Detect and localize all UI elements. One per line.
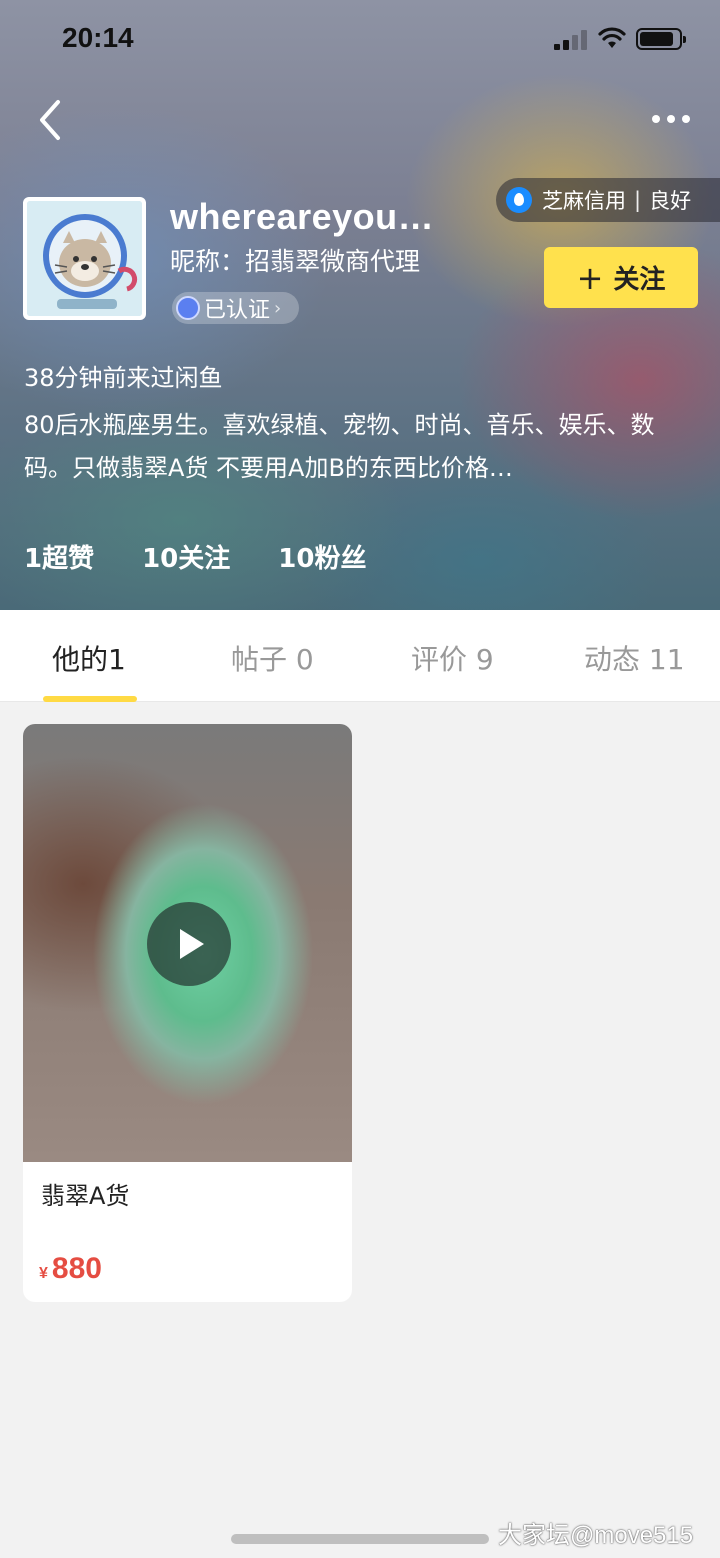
nickname: 昵称：招翡翠微商代理 — [170, 247, 421, 276]
credit-separator: | — [634, 188, 642, 212]
tab-items[interactable]: 他的1 — [52, 638, 126, 678]
username: whereareyou… — [170, 196, 435, 237]
status-time: 20:14 — [62, 22, 134, 53]
profile-tabs: 他的1 帖子 0 评价 9 动态 11 — [0, 610, 720, 702]
credit-rating: 良好 — [649, 189, 692, 213]
price-value: 880 — [51, 1252, 102, 1285]
more-options-button[interactable] — [646, 104, 696, 134]
stat-following[interactable]: 10关注 — [142, 538, 230, 575]
product-image[interactable] — [23, 724, 352, 1162]
follow-label: 关注 — [613, 265, 666, 295]
verified-label: 已认证 — [204, 298, 271, 323]
stat-followers[interactable]: 10粉丝 — [278, 538, 366, 575]
tab-reviews[interactable]: 评价 9 — [411, 638, 494, 678]
bio-text: 80后水瓶座男生。喜欢绿植、宠物、时尚、音乐、娱乐、数码。只做翡翠A货 不要用A… — [24, 411, 655, 482]
verified-badge[interactable]: 已认证 › — [172, 292, 299, 324]
credit-name: 芝麻信用 — [542, 189, 626, 213]
stat-likes[interactable]: 1超赞 — [24, 538, 94, 575]
product-card[interactable]: 翡翠A货 ¥880 — [23, 724, 352, 1302]
battery-icon — [636, 28, 686, 50]
plus-icon: + — [576, 258, 604, 297]
active-tab-indicator — [43, 696, 137, 702]
avatar-image — [27, 201, 142, 316]
avatar[interactable] — [23, 197, 146, 320]
tab-activity[interactable]: 动态 11 — [584, 638, 685, 678]
status-bar: 20:14 — [0, 0, 720, 80]
chevron-right-icon: › — [274, 297, 282, 319]
sesame-credit-badge[interactable]: 芝麻信用 | 良好 — [496, 178, 720, 222]
home-indicator[interactable] — [231, 1534, 489, 1544]
verified-icon — [176, 296, 200, 320]
watermark: 大家坛@move515 — [498, 1522, 694, 1549]
product-title: 翡翠A货 — [41, 1182, 130, 1210]
play-icon[interactable] — [147, 902, 231, 986]
tab-posts[interactable]: 帖子 0 — [231, 638, 314, 678]
back-button[interactable] — [30, 96, 74, 144]
signal-icon — [554, 30, 588, 50]
sesame-credit-icon — [506, 187, 532, 213]
follow-button[interactable]: + 关注 — [544, 247, 698, 308]
profile-header: 20:14 芝麻信用 | 良好 whereareyou… 昵称：招翡翠微商代理 … — [0, 0, 720, 610]
last-seen-text: 38分钟前来过闲鱼 — [24, 364, 223, 392]
profile-stats: 1超赞 10关注 10粉丝 — [24, 538, 366, 575]
currency-symbol: ¥ — [39, 1265, 48, 1282]
product-price: ¥880 — [39, 1252, 102, 1286]
wifi-icon — [598, 27, 626, 48]
